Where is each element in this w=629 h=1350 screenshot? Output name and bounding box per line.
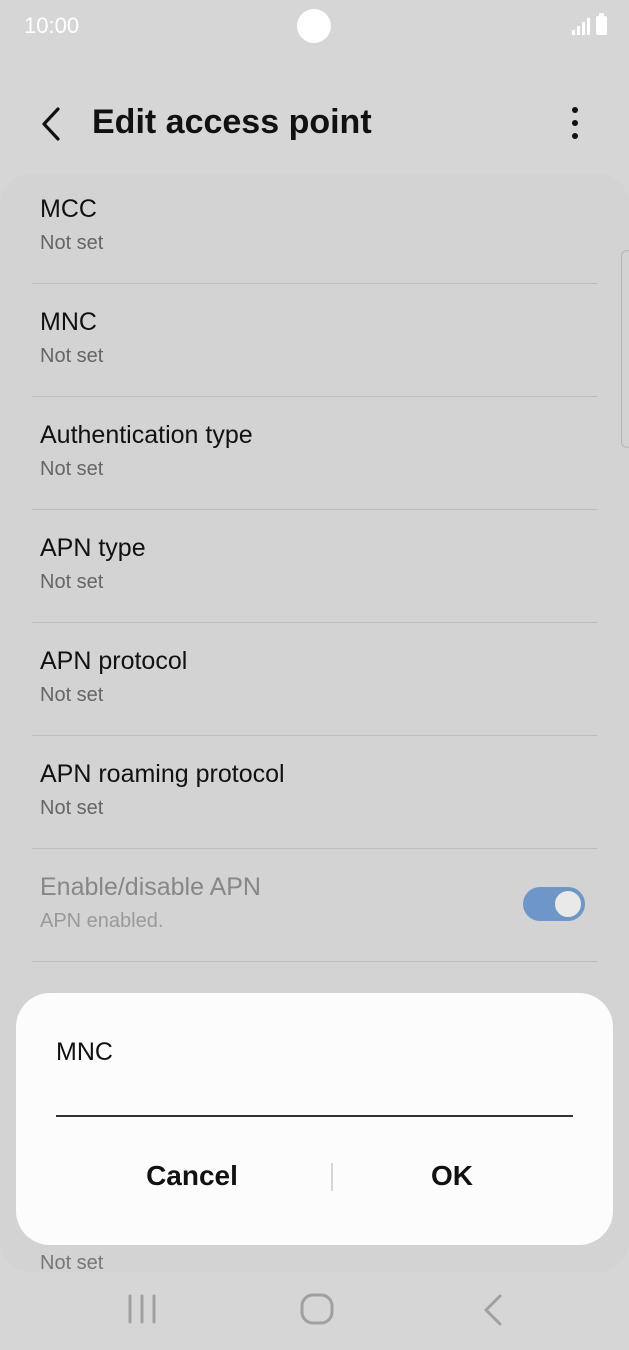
status-time: 10:00 [24, 13, 80, 38]
back-icon[interactable] [34, 104, 70, 144]
setting-mcc[interactable]: MCC Not set [32, 171, 597, 284]
setting-authentication-type[interactable]: Authentication type Not set [32, 397, 597, 510]
setting-value: Not set [40, 458, 104, 480]
setting-title: MCC [40, 195, 97, 223]
setting-apn-type[interactable]: APN type Not set [32, 510, 597, 623]
setting-value: Not set [40, 1252, 104, 1274]
status-bar: 10:00 [0, 0, 629, 54]
setting-value: Not set [40, 797, 104, 819]
setting-title: APN protocol [40, 647, 188, 675]
battery-icon [596, 13, 607, 35]
mnc-dialog: MNC Cancel OK [16, 993, 613, 1245]
camera-cutout [297, 9, 331, 43]
setting-title: Authentication type [40, 421, 253, 449]
signal-icon [572, 17, 590, 35]
recent-apps-icon[interactable] [126, 1293, 158, 1325]
setting-value: Not set [40, 684, 104, 706]
setting-apn-roaming-protocol[interactable]: APN roaming protocol Not set [32, 736, 597, 849]
mnc-input[interactable] [56, 1071, 573, 1117]
setting-apn-protocol[interactable]: APN protocol Not set [32, 623, 597, 736]
dialog-title: MNC [56, 1038, 113, 1066]
setting-title: APN roaming protocol [40, 760, 285, 788]
more-options-icon[interactable] [560, 106, 590, 140]
apn-enable-toggle[interactable] [523, 887, 585, 921]
home-icon[interactable] [299, 1291, 335, 1327]
cancel-button[interactable]: Cancel [46, 1143, 338, 1209]
scrollbar[interactable] [621, 250, 629, 448]
setting-value: Not set [40, 571, 104, 593]
setting-title: APN type [40, 534, 146, 562]
setting-value: Not set [40, 345, 104, 367]
setting-value: Not set [40, 232, 104, 254]
toggle-knob [553, 889, 583, 919]
ok-button[interactable]: OK [332, 1143, 572, 1209]
setting-mnc[interactable]: MNC Not set [32, 284, 597, 397]
setting-title: Enable/disable APN [40, 873, 261, 901]
navigation-bar [0, 1275, 629, 1350]
app-bar: Edit access point [0, 70, 629, 180]
page-title: Edit access point [92, 103, 372, 141]
back-nav-icon[interactable] [480, 1293, 506, 1327]
dialog-buttons: Cancel OK [16, 1143, 613, 1209]
setting-value: APN enabled. [40, 910, 164, 932]
status-icons [572, 13, 607, 35]
setting-title: MNC [40, 308, 97, 336]
setting-enable-apn[interactable]: Enable/disable APN APN enabled. [32, 849, 597, 962]
